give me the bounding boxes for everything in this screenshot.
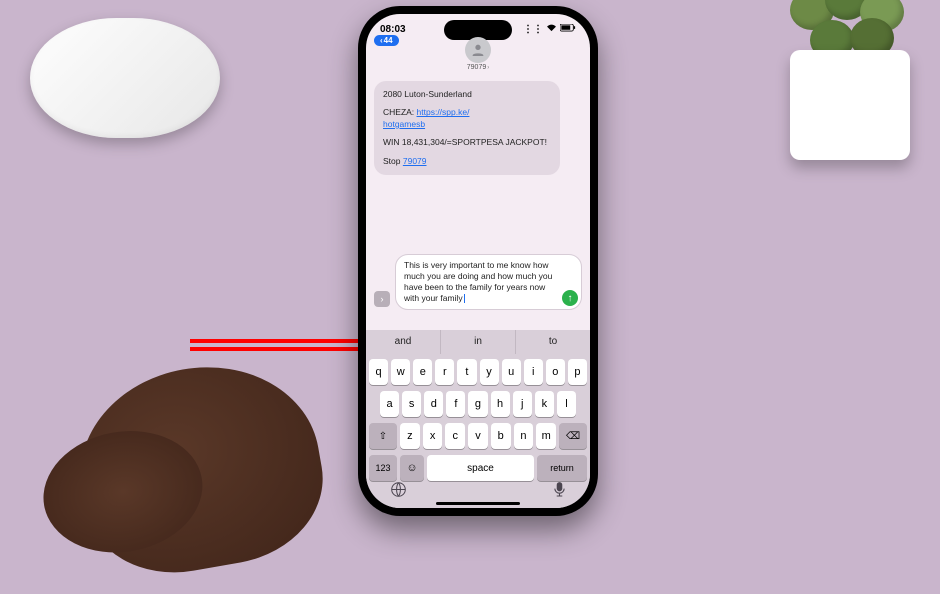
- key-v[interactable]: v: [468, 423, 488, 449]
- incoming-message[interactable]: 2080 Luton-Sunderland CHEZA: https://spp…: [374, 81, 560, 175]
- msg-line-cheza: CHEZA: https://spp.ke/hotgamesb: [383, 107, 551, 130]
- key-e[interactable]: e: [413, 359, 432, 385]
- return-key[interactable]: return: [537, 455, 587, 481]
- key-y[interactable]: y: [480, 359, 499, 385]
- apple-mouse: [30, 18, 220, 138]
- key-o[interactable]: o: [546, 359, 565, 385]
- key-j[interactable]: j: [513, 391, 532, 417]
- key-n[interactable]: n: [514, 423, 534, 449]
- backspace-key[interactable]: ⌫: [559, 423, 587, 449]
- send-button[interactable]: ↑: [562, 290, 578, 306]
- shift-icon: ⇧: [379, 431, 387, 442]
- numeric-key[interactable]: 123: [369, 455, 397, 481]
- key-z[interactable]: z: [400, 423, 420, 449]
- key-p[interactable]: p: [568, 359, 587, 385]
- key-g[interactable]: g: [468, 391, 487, 417]
- back-button[interactable]: ‹ 44: [374, 35, 399, 46]
- key-row-2: a s d f g h j k l: [369, 391, 587, 417]
- avatar[interactable]: [465, 37, 491, 63]
- space-key[interactable]: space: [427, 455, 534, 481]
- key-k[interactable]: k: [535, 391, 554, 417]
- cellular-icon: ⋮⋮: [523, 24, 543, 35]
- message-input-text: This is very important to me know how mu…: [404, 260, 552, 303]
- stop-link[interactable]: 79079: [403, 156, 427, 166]
- person-icon: [470, 42, 486, 58]
- suggestion-3[interactable]: to: [515, 330, 590, 354]
- key-w[interactable]: w: [391, 359, 410, 385]
- chevron-right-icon: ›: [381, 294, 384, 304]
- key-f[interactable]: f: [446, 391, 465, 417]
- hand-decor: [64, 349, 335, 588]
- shift-key[interactable]: ⇧: [369, 423, 397, 449]
- key-l[interactable]: l: [557, 391, 576, 417]
- expand-button[interactable]: ›: [374, 291, 390, 307]
- key-d[interactable]: d: [424, 391, 443, 417]
- dictation-key[interactable]: [553, 481, 566, 502]
- key-row-3: ⇧ z x c v b n m ⌫: [369, 423, 587, 449]
- message-input[interactable]: This is very important to me know how mu…: [395, 254, 582, 310]
- msg-line-win: WIN 18,431,304/=SPORTPESA JACKPOT!: [383, 137, 551, 148]
- key-i[interactable]: i: [524, 359, 543, 385]
- key-row-1: q w e r t y u i o p: [369, 359, 587, 385]
- chevron-left-icon: ‹: [380, 36, 383, 45]
- key-a[interactable]: a: [380, 391, 399, 417]
- key-c[interactable]: c: [445, 423, 465, 449]
- screen: 08:03 ⋮⋮ ‹ 44 79079›: [366, 14, 590, 508]
- suggestion-2[interactable]: in: [440, 330, 515, 354]
- back-count: 44: [384, 36, 393, 45]
- clock: 08:03: [380, 24, 406, 35]
- battery-icon: [560, 24, 576, 35]
- chevron-right-icon: ›: [487, 65, 489, 71]
- home-indicator[interactable]: [436, 502, 520, 505]
- iphone-frame: 08:03 ⋮⋮ ‹ 44 79079›: [358, 6, 598, 516]
- keyboard: q w e r t y u i o p a s d f g h j k l: [366, 354, 590, 508]
- key-s[interactable]: s: [402, 391, 421, 417]
- sender-name[interactable]: 79079›: [366, 64, 590, 71]
- key-row-4: 123 ☺ space return: [369, 455, 587, 481]
- message-thread[interactable]: 2080 Luton-Sunderland CHEZA: https://spp…: [366, 77, 590, 175]
- wifi-icon: [546, 24, 557, 35]
- globe-key[interactable]: [390, 481, 407, 502]
- key-r[interactable]: r: [435, 359, 454, 385]
- key-x[interactable]: x: [423, 423, 443, 449]
- emoji-key[interactable]: ☺: [400, 455, 424, 481]
- key-q[interactable]: q: [369, 359, 388, 385]
- emoji-icon: ☺: [406, 462, 417, 474]
- text-cursor: [464, 294, 465, 303]
- key-u[interactable]: u: [502, 359, 521, 385]
- msg-line-1: 2080 Luton-Sunderland: [383, 89, 551, 100]
- key-t[interactable]: t: [457, 359, 476, 385]
- key-m[interactable]: m: [536, 423, 556, 449]
- backspace-icon: ⌫: [566, 431, 580, 442]
- keyboard-bottom-bar: [366, 481, 590, 502]
- arrow-up-icon: ↑: [568, 292, 573, 305]
- msg-line-stop: Stop 79079: [383, 156, 551, 167]
- predictive-bar: and in to: [366, 330, 590, 354]
- microphone-icon: [553, 481, 566, 498]
- plant-decor: [750, 0, 940, 180]
- conversation-header: ‹ 44 79079›: [366, 35, 590, 77]
- suggestion-1[interactable]: and: [366, 330, 440, 354]
- key-h[interactable]: h: [491, 391, 510, 417]
- key-b[interactable]: b: [491, 423, 511, 449]
- globe-icon: [390, 481, 407, 498]
- compose-bar: › This is very important to me know how …: [374, 254, 582, 310]
